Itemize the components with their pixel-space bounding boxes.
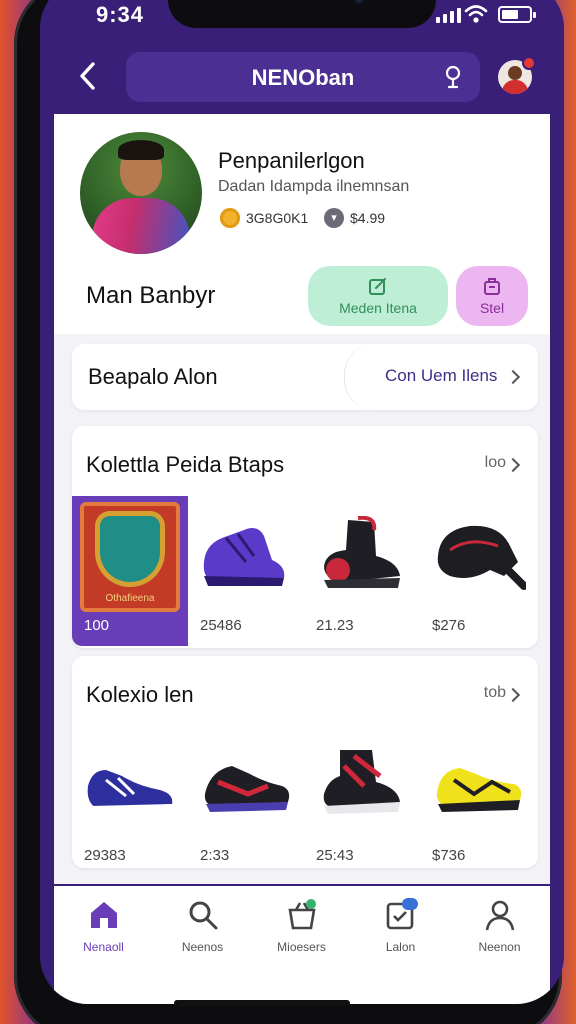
tab-label: Mioesers	[277, 940, 326, 954]
tab-bar: Nenaoll Neenos Mioesers Lalon Neenon	[54, 886, 550, 1004]
tab-profile[interactable]: Neenon	[450, 898, 549, 954]
blue-sneaker-icon	[87, 770, 173, 814]
item-row: Othafieena 100 25486 21.23 $276	[72, 496, 538, 646]
banner-row: Beapalo Alon Con Uem Ilens	[72, 344, 538, 410]
item-price: 25:43	[316, 847, 354, 864]
pin-icon[interactable]	[442, 64, 464, 90]
battery-icon	[498, 6, 536, 23]
purple-boot-icon	[203, 528, 285, 586]
user-icon	[485, 900, 514, 931]
black-glove-icon	[437, 525, 526, 590]
signal-icon	[436, 8, 461, 23]
top-bar: NENOban	[40, 42, 564, 112]
item-price: 2:33	[200, 847, 230, 864]
edit-items-button[interactable]: Meden Itena	[308, 266, 448, 326]
section-title: Kolettla Peida Btaps	[86, 452, 285, 477]
basket-icon	[287, 899, 316, 930]
phone-frame: 9:34 NENOban Penpanilerlgon Dadan Idampd…	[14, 0, 564, 1024]
tab-label: Nenaoll	[83, 940, 124, 954]
tab-label: Neenos	[181, 940, 224, 954]
tab-label: Lalon	[385, 940, 416, 954]
item-card[interactable]: 29383	[72, 726, 188, 876]
gem-value: $4.99	[350, 210, 386, 226]
notch	[168, 0, 436, 28]
wifi-icon	[464, 5, 488, 23]
black-red-sneaker-icon	[204, 766, 290, 812]
item-card[interactable]: $276	[420, 496, 536, 646]
coin-icon	[220, 208, 240, 228]
banner-link-label: Con Uem Ilens	[385, 366, 498, 385]
tab-home[interactable]: Nenaoll	[54, 898, 153, 954]
item-price: 29383	[84, 847, 126, 864]
item-card[interactable]: 25:43	[304, 726, 420, 876]
home-icon	[90, 902, 117, 928]
status-time: 9:34	[96, 2, 145, 27]
edit-items-label: Meden Itena	[339, 300, 417, 316]
tab-search[interactable]: Neenos	[153, 898, 252, 954]
home-indicator[interactable]	[174, 1000, 350, 1006]
item-card[interactable]: 21.23	[304, 496, 420, 646]
item-card-badge[interactable]: Othafieena 100	[72, 496, 188, 646]
collection-section-1: Kolettla Peida Btaps loo Othafieena 100	[72, 426, 538, 648]
tab-label: Neenon	[478, 940, 521, 954]
edit-icon	[369, 278, 386, 295]
item-price: 25486	[200, 617, 242, 634]
badge-caption: Othafieena	[105, 593, 155, 604]
banner-left-label: Beapalo Alon	[88, 364, 218, 389]
profile-subtitle: Dadan Idampda ilnemnsan	[218, 178, 410, 195]
store-button[interactable]: Stel	[456, 266, 528, 326]
see-more-link[interactable]: tob	[484, 684, 506, 702]
page-title: NENOban	[251, 65, 355, 90]
gem-icon: ▾	[324, 208, 344, 228]
item-price: 21.23	[316, 617, 354, 634]
item-row: 29383 2:33 25:43 $736	[72, 726, 538, 876]
see-more-link[interactable]: loo	[485, 454, 506, 472]
notification-badge	[522, 56, 536, 70]
tab-basket[interactable]: Mioesers	[252, 898, 351, 954]
item-price: $276	[432, 617, 466, 634]
profile-card: Penpanilerlgon Dadan Idampda ilnemnsan 3…	[54, 114, 550, 334]
gem-stat: ▾ $4.99	[324, 208, 385, 228]
screen: 9:34 NENOban Penpanilerlgon Dadan Idampd…	[40, 0, 564, 1004]
item-price: 100	[84, 617, 110, 634]
profile-photo	[80, 132, 202, 254]
item-card[interactable]: 25486	[188, 496, 304, 646]
calendar-icon	[386, 898, 418, 930]
red-black-boot-icon	[324, 516, 400, 588]
store-icon	[484, 278, 500, 295]
chevron-right-icon	[505, 369, 521, 385]
collection-section-2: Kolexio len tob 29383 2:33 25:43 $736	[72, 656, 538, 868]
profile-name: Penpanilerlgon	[218, 148, 365, 173]
chevron-right-icon[interactable]	[505, 457, 521, 473]
store-label: Stel	[479, 300, 505, 316]
item-card[interactable]: $736	[420, 726, 536, 876]
high-top-sneaker-icon	[323, 750, 400, 814]
banner-link[interactable]: Con Uem Ilens	[344, 344, 538, 410]
section-title: Kolexio len	[86, 682, 194, 707]
item-card[interactable]: 2:33	[188, 726, 304, 876]
owner-name: Man Banbyr	[86, 282, 216, 309]
main-content: Penpanilerlgon Dadan Idampda ilnemnsan 3…	[54, 114, 550, 884]
tab-calendar[interactable]: Lalon	[351, 898, 450, 954]
item-price: $736	[432, 847, 466, 864]
chevron-right-icon[interactable]	[505, 687, 521, 703]
coin-stat: 3G8G0K1	[220, 208, 308, 228]
yellow-sneaker-icon	[436, 768, 522, 812]
coin-value: 3G8G0K1	[246, 210, 309, 226]
crest-badge-icon: Othafieena	[80, 502, 180, 612]
title-pill[interactable]: NENOban	[126, 52, 480, 102]
back-chevron-icon[interactable]	[76, 60, 106, 94]
camera-icon	[352, 0, 366, 6]
search-icon	[189, 901, 217, 930]
